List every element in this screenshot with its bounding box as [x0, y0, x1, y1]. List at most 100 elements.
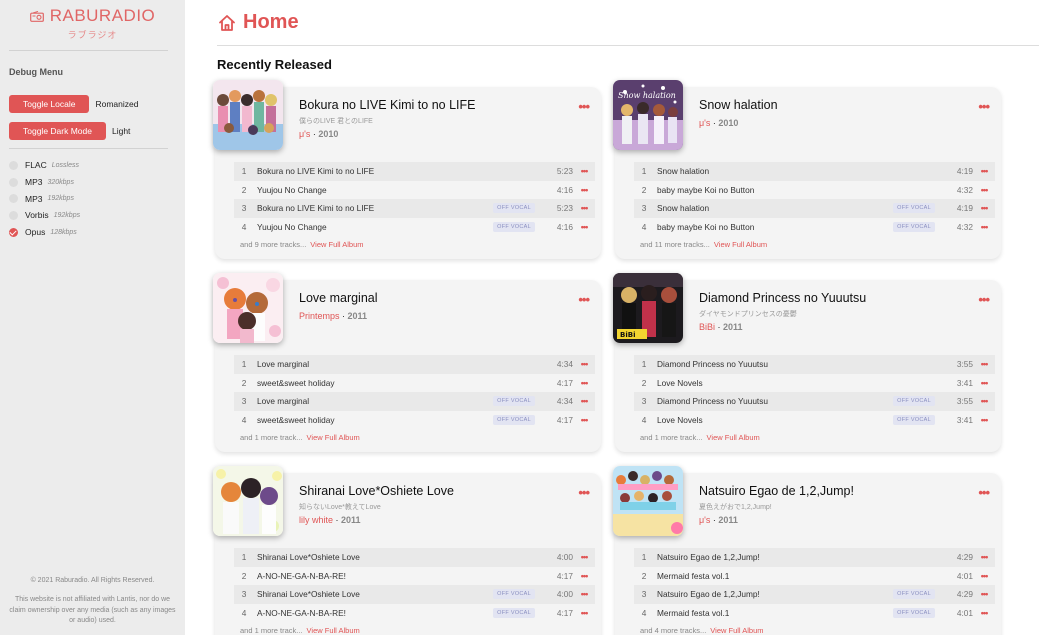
view-full-album-link[interactable]: View Full Album: [714, 240, 767, 249]
quality-option-opus[interactable]: Opus 128kbps: [9, 224, 80, 241]
view-full-album-link[interactable]: View Full Album: [710, 626, 763, 635]
track-more-icon[interactable]: •••: [973, 185, 995, 195]
track-more-icon[interactable]: •••: [973, 222, 995, 232]
album-card[interactable]: Natsuiro Egao de 1,2,Jump! 夏色えがおで1,2,Jum…: [613, 466, 1001, 635]
track-more-icon[interactable]: •••: [973, 378, 995, 388]
track-more-icon[interactable]: •••: [973, 166, 995, 176]
artist-link[interactable]: Printemps: [299, 311, 340, 321]
track-row[interactable]: 3 Shiranai Love*Oshiete Love OFF VOCAL 4:00…: [234, 585, 595, 604]
track-row[interactable]: 2 Mermaid festa vol.1 4:01 •••: [634, 567, 995, 586]
track-more-icon[interactable]: •••: [573, 415, 595, 425]
track-number: 1: [241, 552, 247, 563]
track-row[interactable]: 3 Diamond Princess no Yuuutsu OFF VOCAL 3:5…: [634, 392, 995, 411]
quality-option-flac[interactable]: FLAC Lossless: [9, 157, 80, 174]
track-more-icon[interactable]: •••: [573, 396, 595, 406]
track-row[interactable]: 4 Yuujou No Change OFF VOCAL 4:16 •••: [234, 218, 595, 237]
album-card[interactable]: Shiranai Love*Oshiete Love 知らないLove*教えてL…: [213, 466, 601, 635]
radio-button[interactable]: [9, 194, 18, 204]
album-title[interactable]: Shiranai Love*Oshiete Love: [299, 484, 454, 498]
track-row[interactable]: 2 sweet&sweet holiday 4:17 •••: [234, 374, 595, 393]
radio-button[interactable]: [9, 160, 18, 170]
toggle-locale-button[interactable]: Toggle Locale: [9, 95, 90, 113]
track-row[interactable]: 3 Love marginal OFF VOCAL 4:34 •••: [234, 392, 595, 411]
track-more-icon[interactable]: •••: [973, 203, 995, 213]
track-more-icon[interactable]: •••: [973, 552, 995, 562]
track-more-icon[interactable]: •••: [573, 166, 595, 176]
album-card[interactable]: BiBi Diamond Princess no Yuuutsu ダイヤモンドプ…: [613, 273, 1001, 452]
view-full-album-link[interactable]: View Full Album: [307, 626, 360, 635]
artist-link[interactable]: μ's: [699, 515, 710, 525]
track-list: 1 Snow halation 4:19 ••• 2 baby maybe Koi no…: [634, 162, 995, 236]
track-row[interactable]: 1 Diamond Princess no Yuuutsu 3:55 •••: [634, 355, 995, 374]
locale-value: Romanized: [95, 99, 139, 109]
view-full-album-link[interactable]: View Full Album: [307, 433, 360, 442]
track-more-icon[interactable]: •••: [573, 359, 595, 369]
album-card[interactable]: Bokura no LIVE Kimi to no LIFE 僕らのLIVE 君…: [213, 80, 601, 259]
track-row[interactable]: 4 Mermaid festa vol.1 OFF VOCAL 4:01 •••: [634, 604, 995, 623]
track-row[interactable]: 3 Bokura no LIVE Kimi to no LIFE OFF VOCAL…: [234, 199, 595, 218]
track-row[interactable]: 3 Snow halation OFF VOCAL 4:19 •••: [634, 199, 995, 218]
track-row[interactable]: 1 Bokura no LIVE Kimi to no LIFE 5:23 •••: [234, 162, 595, 181]
artist-link[interactable]: lily white: [299, 515, 333, 525]
track-row[interactable]: 2 A-NO-NE-GA-N-BA-RE! 4:17 •••: [234, 567, 595, 586]
track-row[interactable]: 2 Yuujou No Change 4:16 •••: [234, 181, 595, 200]
album-card[interactable]: Snow halation Snow halation μ's · 2010 •…: [613, 80, 1001, 259]
artist-link[interactable]: μ's: [699, 118, 710, 128]
track-row[interactable]: 2 Love Novels 3:41 •••: [634, 374, 995, 393]
album-cover[interactable]: BiBi: [613, 273, 683, 343]
radio-button[interactable]: [9, 177, 18, 187]
quality-option-vorbis[interactable]: Vorbis 192kbps: [9, 207, 80, 224]
track-more-icon[interactable]: •••: [973, 589, 995, 599]
more-options-icon[interactable]: •••: [578, 99, 590, 114]
more-options-icon[interactable]: •••: [978, 485, 990, 500]
track-more-icon[interactable]: •••: [573, 608, 595, 618]
track-more-icon[interactable]: •••: [573, 552, 595, 562]
artist-link[interactable]: BiBi: [699, 322, 715, 332]
track-more-icon[interactable]: •••: [573, 571, 595, 581]
radio-button[interactable]: [9, 210, 18, 220]
track-row[interactable]: 1 Snow halation 4:19 •••: [634, 162, 995, 181]
track-more-icon[interactable]: •••: [573, 203, 595, 213]
album-cover[interactable]: [613, 466, 683, 536]
album-title[interactable]: Snow halation: [699, 98, 778, 112]
brand[interactable]: RABURADIO ラブラジオ: [0, 6, 185, 41]
track-more-icon[interactable]: •••: [973, 415, 995, 425]
track-row[interactable]: 4 sweet&sweet holiday OFF VOCAL 4:17 •••: [234, 411, 595, 430]
artist-link[interactable]: μ's: [299, 129, 310, 139]
track-more-icon[interactable]: •••: [973, 396, 995, 406]
track-row[interactable]: 3 Natsuiro Egao de 1,2,Jump! OFF VOCAL 4:29…: [634, 585, 995, 604]
more-options-icon[interactable]: •••: [978, 99, 990, 114]
track-more-icon[interactable]: •••: [573, 222, 595, 232]
album-card[interactable]: Love marginal Printemps · 2011 ••• 1 Love…: [213, 273, 601, 452]
album-title[interactable]: Natsuiro Egao de 1,2,Jump!: [699, 484, 854, 498]
track-more-icon[interactable]: •••: [573, 185, 595, 195]
track-row[interactable]: 2 baby maybe Koi no Button 4:32 •••: [634, 181, 995, 200]
more-options-icon[interactable]: •••: [578, 485, 590, 500]
track-more-icon[interactable]: •••: [573, 589, 595, 599]
quality-option-mp3-192[interactable]: MP3 192kbps: [9, 190, 80, 207]
album-title[interactable]: Love marginal: [299, 291, 378, 305]
track-row[interactable]: 4 A-NO-NE-GA-N-BA-RE! OFF VOCAL 4:17 •••: [234, 604, 595, 623]
album-cover[interactable]: [213, 80, 283, 150]
track-row[interactable]: 4 Love Novels OFF VOCAL 3:41 •••: [634, 411, 995, 430]
view-full-album-link[interactable]: View Full Album: [707, 433, 760, 442]
album-cover[interactable]: [213, 273, 283, 343]
radio-button-checked[interactable]: [9, 227, 18, 237]
quality-option-mp3-320[interactable]: MP3 320kbps: [9, 174, 80, 191]
track-more-icon[interactable]: •••: [973, 571, 995, 581]
album-title[interactable]: Bokura no LIVE Kimi to no LIFE: [299, 98, 475, 112]
track-more-icon[interactable]: •••: [573, 378, 595, 388]
more-options-icon[interactable]: •••: [578, 292, 590, 307]
album-title[interactable]: Diamond Princess no Yuuutsu: [699, 291, 866, 305]
track-row[interactable]: 4 baby maybe Koi no Button OFF VOCAL 4:32 ••…: [634, 218, 995, 237]
track-more-icon[interactable]: •••: [973, 359, 995, 369]
album-cover[interactable]: [213, 466, 283, 536]
more-options-icon[interactable]: •••: [978, 292, 990, 307]
toggle-dark-mode-button[interactable]: Toggle Dark Mode: [9, 122, 106, 140]
track-row[interactable]: 1 Natsuiro Egao de 1,2,Jump! 4:29 •••: [634, 548, 995, 567]
track-row[interactable]: 1 Shiranai Love*Oshiete Love 4:00 •••: [234, 548, 595, 567]
track-more-icon[interactable]: •••: [973, 608, 995, 618]
track-row[interactable]: 1 Love marginal 4:34 •••: [234, 355, 595, 374]
view-full-album-link[interactable]: View Full Album: [310, 240, 363, 249]
album-cover[interactable]: Snow halation: [613, 80, 683, 150]
